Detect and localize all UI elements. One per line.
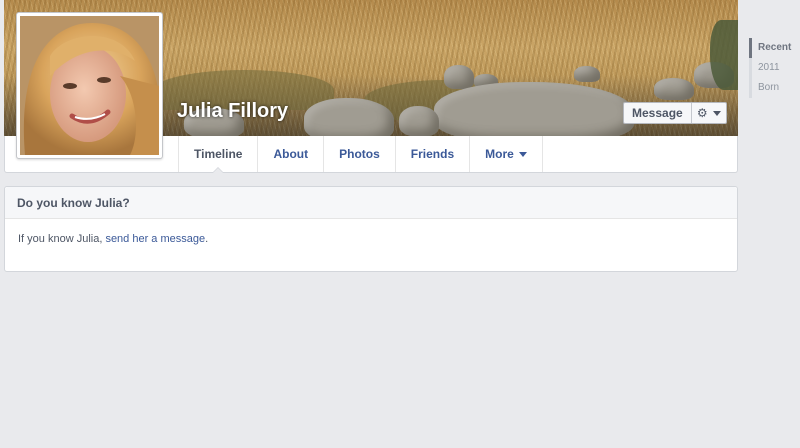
tab-label: Friends	[410, 147, 455, 161]
gear-menu-button[interactable]: ⚙	[692, 103, 726, 123]
tab-about[interactable]: About	[257, 136, 323, 172]
tab-timeline[interactable]: Timeline	[178, 136, 257, 173]
panel-body: If you know Julia, send her a message.	[5, 219, 737, 259]
timeline-scrubber: Recent 2011 Born	[749, 38, 791, 98]
cover-actions: Message ⚙	[623, 102, 727, 124]
chevron-down-icon	[518, 152, 527, 158]
message-button[interactable]: Message	[624, 103, 692, 123]
chevron-down-icon	[712, 110, 721, 116]
send-message-link[interactable]: send her a message	[105, 233, 205, 245]
profile-tabs: Timeline About Photos Friends More	[178, 136, 543, 173]
scrubber-item-recent[interactable]: Recent	[749, 38, 791, 58]
panel-title: Do you know Julia?	[5, 187, 737, 219]
profile-photo	[20, 16, 159, 155]
tab-friends[interactable]: Friends	[394, 136, 469, 172]
gear-icon: ⚙	[696, 106, 708, 120]
panel-text-end: .	[205, 233, 209, 245]
tab-label: About	[273, 147, 309, 161]
tab-more[interactable]: More	[469, 136, 543, 172]
avatar[interactable]	[16, 12, 163, 159]
scrubber-item-born[interactable]: Born	[749, 78, 791, 98]
tree-shape	[710, 20, 738, 90]
tab-photos[interactable]: Photos	[323, 136, 395, 172]
scrubber-item-2011[interactable]: 2011	[749, 58, 791, 78]
tab-label: More	[485, 147, 514, 161]
tab-label: Timeline	[194, 147, 243, 161]
profile-name[interactable]: Julia Fillory	[177, 100, 288, 123]
know-person-panel: Do you know Julia? If you know Julia, se…	[4, 186, 738, 272]
tab-label: Photos	[339, 147, 380, 161]
panel-text: If you know Julia,	[18, 233, 106, 245]
